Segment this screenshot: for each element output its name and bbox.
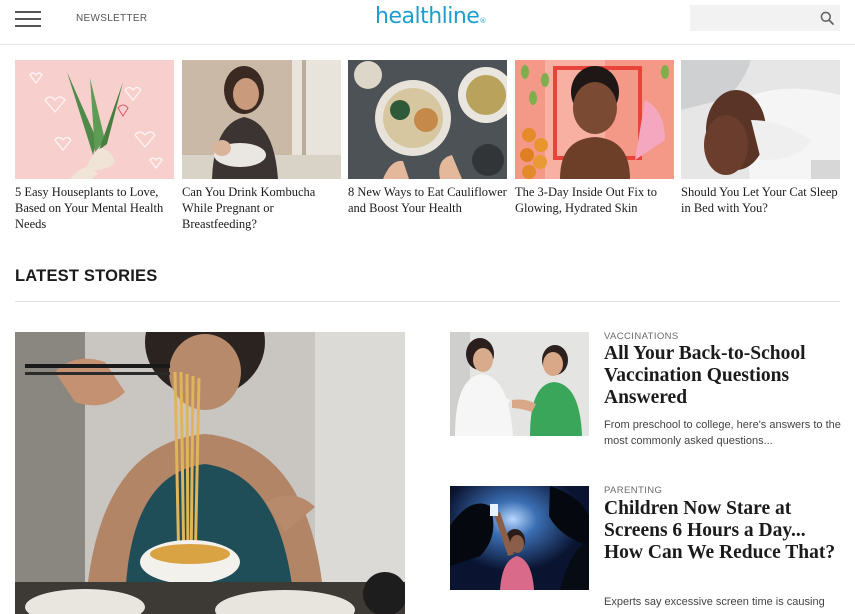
top-story-card[interactable]: Can You Drink Kombucha While Pregnant or… — [182, 60, 341, 232]
cauliflower-dishes-photo[interactable] — [348, 60, 507, 179]
child-with-phone-night-photo[interactable] — [450, 486, 589, 590]
healthline-logo[interactable]: healthline® — [375, 4, 486, 29]
newsletter-link[interactable]: NEWSLETTER — [76, 13, 147, 24]
top-story-title[interactable]: Can You Drink Kombucha While Pregnant or… — [182, 184, 341, 232]
story-category[interactable]: VACCINATIONS — [604, 331, 679, 342]
woman-sleeping-bed-photo[interactable] — [681, 60, 840, 179]
search-box[interactable] — [690, 5, 840, 31]
woman-skin-collage[interactable] — [515, 60, 674, 179]
top-story-card[interactable]: Should You Let Your Cat Sleep in Bed wit… — [681, 60, 840, 216]
top-story-card[interactable]: The 3-Day Inside Out Fix to Glowing, Hyd… — [515, 60, 674, 216]
top-story-title[interactable]: Should You Let Your Cat Sleep in Bed wit… — [681, 184, 840, 216]
top-story-title[interactable]: The 3-Day Inside Out Fix to Glowing, Hyd… — [515, 184, 674, 216]
search-input[interactable] — [690, 5, 815, 31]
menu-icon[interactable] — [15, 10, 41, 28]
top-story-card[interactable]: 8 New Ways to Eat Cauliflower and Boost … — [348, 60, 507, 216]
top-story-card[interactable]: 5 Easy Houseplants to Love, Based on You… — [15, 60, 174, 232]
aloe-plant-illustration[interactable] — [15, 60, 174, 179]
top-story-title[interactable]: 5 Easy Houseplants to Love, Based on You… — [15, 184, 174, 232]
doctor-vaccinating-child-photo[interactable] — [450, 332, 589, 436]
mother-breastfeeding-photo[interactable] — [182, 60, 341, 179]
story-description: Experts say excessive screen time is cau… — [604, 596, 825, 608]
story-description: From preschool to college, here's answer… — [604, 419, 841, 447]
story-title[interactable]: All Your Back-to-School Vaccination Ques… — [604, 343, 844, 409]
woman-eating-noodles-photo[interactable] — [15, 332, 405, 614]
logo-text: healthline — [375, 4, 480, 29]
logo-mark: ® — [479, 17, 486, 25]
site-header: NEWSLETTER healthline® — [0, 0, 855, 45]
latest-stories-heading: LATEST STORIES — [15, 267, 158, 285]
story-title[interactable]: Children Now Stare at Screens 6 Hours a … — [604, 498, 844, 564]
top-story-title[interactable]: 8 New Ways to Eat Cauliflower and Boost … — [348, 184, 507, 216]
section-divider — [15, 301, 840, 302]
search-icon[interactable] — [820, 11, 834, 25]
story-category[interactable]: PARENTING — [604, 485, 662, 496]
